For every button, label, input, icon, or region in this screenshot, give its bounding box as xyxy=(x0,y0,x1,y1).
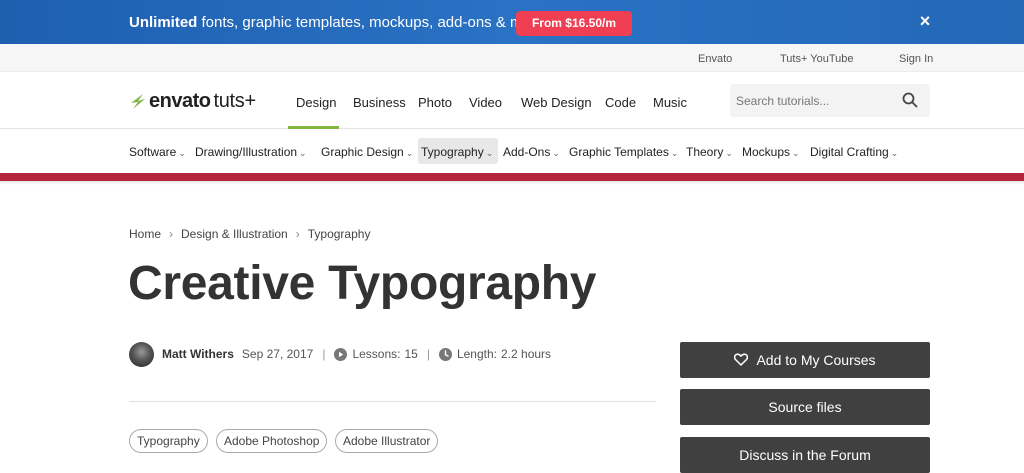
chevron-down-icon: ⌄ xyxy=(890,148,899,158)
promo-pricing-button[interactable]: From $16.50/m xyxy=(516,11,632,36)
chevron-right-icon: › xyxy=(169,227,174,241)
chevron-down-icon: ⌄ xyxy=(178,148,186,158)
meta-separator: | xyxy=(426,347,430,361)
breadcrumb-typography[interactable]: Typography xyxy=(308,227,371,241)
subnav-item-add-ons[interactable]: Add-Ons ⌄ xyxy=(503,145,560,159)
lessons-count: 15 xyxy=(404,347,418,361)
subnav-item-software[interactable]: Software ⌄ xyxy=(129,145,186,159)
envato-link[interactable]: Envato xyxy=(698,53,732,65)
chevron-down-icon: ⌄ xyxy=(552,148,560,158)
chevron-down-icon: ⌄ xyxy=(405,148,414,158)
nav-item-design[interactable]: Design xyxy=(296,95,336,110)
clock-icon xyxy=(438,347,452,361)
length-value: 2.2 hours xyxy=(501,347,552,361)
nav-item-business[interactable]: Business xyxy=(353,95,406,110)
category-subnav: Software ⌄ Drawing/Illustration ⌄ Graphic … xyxy=(0,130,1024,173)
envato-tuts-logo[interactable]: envato tuts+ xyxy=(129,90,256,112)
heart-icon xyxy=(734,353,749,367)
promo-body-text: fonts, graphic templates, mockups, add-o… xyxy=(197,14,549,31)
chevron-down-icon: ⌄ xyxy=(485,148,494,158)
subnav-item-digital-crafting[interactable]: Digital Crafting ⌄ xyxy=(810,145,898,159)
logo-brand-text: envato xyxy=(149,89,211,112)
promo-bold-text: Unlimited xyxy=(129,14,198,31)
youtube-link[interactable]: Tuts+ YouTube xyxy=(780,53,854,65)
nav-item-video[interactable]: Video xyxy=(469,95,502,110)
chevron-right-icon: › xyxy=(295,227,300,241)
category-bar-shadow xyxy=(0,181,1024,185)
author-name[interactable]: Matt Withers xyxy=(162,347,234,361)
tag-adobe-illustrator[interactable]: Adobe Illustrator xyxy=(335,429,439,453)
category-color-bar xyxy=(0,173,1024,181)
meta-separator: | xyxy=(322,347,326,361)
chevron-down-icon: ⌄ xyxy=(299,148,307,158)
avatar[interactable] xyxy=(129,341,154,367)
length-label: Length: xyxy=(456,347,497,361)
nav-item-photo[interactable]: Photo xyxy=(418,95,452,110)
chevron-down-icon: ⌄ xyxy=(792,148,800,158)
search-box[interactable]: Search tutorials... xyxy=(730,84,930,117)
promo-banner: Unlimited fonts, graphic templates, mock… xyxy=(0,0,1024,44)
search-input[interactable]: Search tutorials... xyxy=(736,94,829,108)
chevron-down-icon: ⌄ xyxy=(725,148,733,158)
subnav-item-mockups[interactable]: Mockups ⌄ xyxy=(742,145,800,159)
page-title: Creative Typography xyxy=(128,257,597,310)
tag-typography[interactable]: Typography xyxy=(129,429,208,453)
content-divider xyxy=(129,401,656,402)
subnav-item-graphic-design[interactable]: Graphic Design ⌄ xyxy=(321,145,413,159)
nav-item-music[interactable]: Music xyxy=(653,95,687,110)
subnav-item-graphic-templates[interactable]: Graphic Templates ⌄ xyxy=(569,145,678,159)
logo-product-text: tuts+ xyxy=(213,89,256,112)
breadcrumb: Home › Design & Illustration › Typography xyxy=(129,227,370,241)
promo-text: Unlimited fonts, graphic templates, mock… xyxy=(129,14,548,31)
subnav-item-drawing[interactable]: Drawing/Illustration ⌄ xyxy=(195,145,307,159)
discuss-in-forum-button[interactable]: Discuss in the Forum xyxy=(680,437,930,473)
course-meta: Matt Withers Sep 27, 2017 | Lessons: 15 … xyxy=(129,341,551,367)
search-icon[interactable] xyxy=(902,92,918,108)
add-to-my-courses-button[interactable]: Add to My Courses xyxy=(680,342,930,378)
tag-adobe-photoshop[interactable]: Adobe Photoshop xyxy=(216,429,328,453)
breadcrumb-design-illustration[interactable]: Design & Illustration xyxy=(181,227,288,241)
play-icon xyxy=(334,347,348,361)
chevron-down-icon: ⌄ xyxy=(670,148,679,158)
lessons-label: Lessons: xyxy=(352,347,401,361)
close-icon[interactable]: × xyxy=(917,12,933,30)
source-files-button[interactable]: Source files xyxy=(680,389,930,425)
nav-active-indicator xyxy=(288,126,339,129)
subnav-item-typography[interactable]: Typography ⌄ xyxy=(421,145,493,159)
nav-item-code[interactable]: Code xyxy=(605,95,636,110)
subnav-item-theory[interactable]: Theory ⌄ xyxy=(686,145,733,159)
leaf-logo-icon xyxy=(131,94,145,109)
breadcrumb-home[interactable]: Home xyxy=(129,227,161,241)
sign-in-link[interactable]: Sign In xyxy=(899,53,933,65)
add-to-my-courses-label: Add to My Courses xyxy=(756,352,876,368)
utility-bar: Envato Tuts+ YouTube Sign In xyxy=(0,44,1024,72)
publish-date: Sep 27, 2017 xyxy=(241,347,314,361)
nav-item-web-design[interactable]: Web Design xyxy=(521,95,592,110)
